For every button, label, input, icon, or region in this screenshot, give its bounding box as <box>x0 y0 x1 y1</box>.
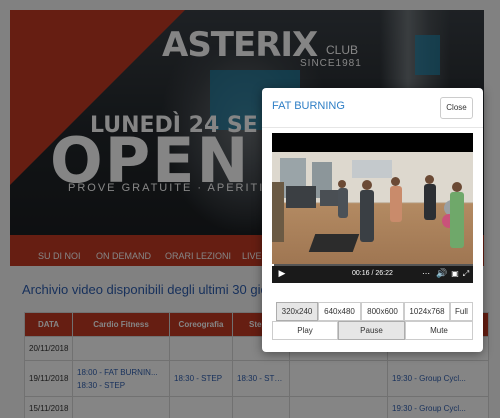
modal-header: FAT BURNING Close <box>262 88 483 128</box>
gym-equipment <box>286 186 316 208</box>
gym-equipment <box>320 190 340 206</box>
gym-window <box>352 160 392 178</box>
video-player[interactable]: ▶ 00:16 / 26:22 ⋯ 🔊 ▣ ⤢ <box>272 133 473 283</box>
play-button[interactable]: Play <box>272 321 338 340</box>
size-full-button[interactable]: Full <box>450 302 473 321</box>
close-button[interactable]: Close <box>440 97 473 119</box>
more-options-icon[interactable]: ⋯ <box>420 267 432 280</box>
fullscreen-icon[interactable]: ⤢ <box>461 267 471 280</box>
size-640x480-button[interactable]: 640x480 <box>318 302 361 321</box>
modal-title: FAT BURNING <box>272 100 345 112</box>
picture-in-picture-icon[interactable]: ▣ <box>450 267 460 280</box>
participant-head <box>452 182 462 192</box>
gym-shelf <box>272 182 284 242</box>
participant-figure <box>338 188 348 218</box>
video-modal: FAT BURNING Close ▶ 00:16 / 26:22 ⋯ 🔊 ▣ … <box>262 88 483 352</box>
participant-figure <box>424 184 436 220</box>
participant-head <box>338 180 346 188</box>
instructor-figure <box>360 190 374 242</box>
time-readout: 00:16 / 26:22 <box>352 270 393 277</box>
video-frame <box>272 152 473 264</box>
progress-fill <box>272 264 274 266</box>
instructor-head <box>362 180 372 190</box>
mute-button[interactable]: Mute <box>405 321 473 340</box>
pause-button[interactable]: Pause <box>338 321 405 340</box>
participant-head <box>425 175 434 184</box>
size-800x600-button[interactable]: 800x600 <box>361 302 404 321</box>
video-controls: ▶ 00:16 / 26:22 ⋯ 🔊 ▣ ⤢ <box>272 264 473 283</box>
size-1024x768-button[interactable]: 1024x768 <box>404 302 450 321</box>
size-320x240-button[interactable]: 320x240 <box>276 302 318 321</box>
participant-head <box>391 177 400 186</box>
exercise-mat <box>308 234 360 252</box>
volume-icon[interactable]: 🔊 <box>436 267 448 280</box>
participant-figure <box>450 192 464 248</box>
progress-bar[interactable] <box>272 264 473 266</box>
participant-figure <box>390 186 402 222</box>
play-icon[interactable]: ▶ <box>276 267 288 280</box>
